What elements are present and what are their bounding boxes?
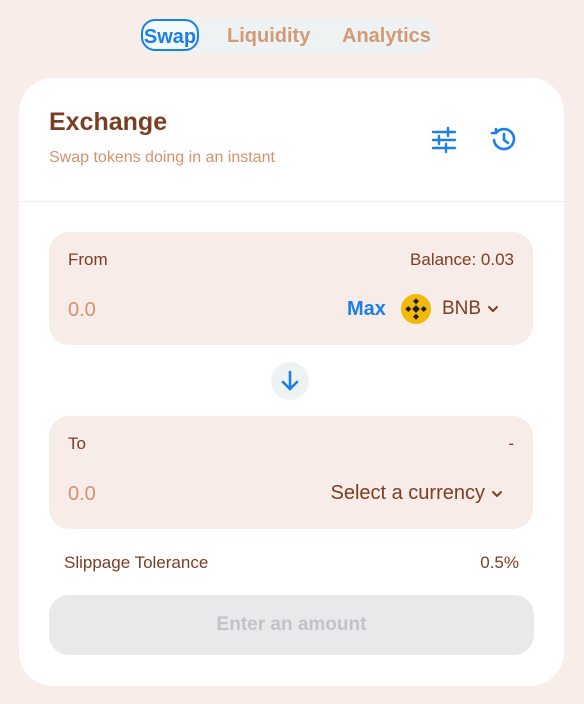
chevron-down-icon: [487, 298, 499, 320]
to-amount-input[interactable]: [68, 480, 208, 508]
max-button[interactable]: Max: [347, 298, 386, 321]
tab-swap[interactable]: Swap: [141, 19, 199, 51]
from-balance: Balance: 0.03: [410, 250, 514, 269]
from-label: From: [68, 250, 108, 269]
settings-sliders-icon[interactable]: [429, 125, 459, 155]
token-select-bnb[interactable]: BNB: [442, 298, 499, 320]
slippage-value: 0.5%: [480, 553, 519, 572]
from-panel: From Balance: 0.03 Max BNB: [49, 232, 533, 345]
slippage-label: Slippage Tolerance: [64, 553, 209, 572]
to-label: To: [68, 434, 86, 453]
to-panel: To - Select a currency: [49, 416, 533, 529]
select-currency-label: Select a currency: [330, 482, 485, 504]
history-icon[interactable]: [489, 125, 519, 155]
tab-analytics[interactable]: Analytics: [342, 18, 431, 54]
chevron-down-icon: [491, 482, 503, 505]
nav-tabs: Swap Liquidity Analytics: [141, 18, 435, 54]
exchange-card: Exchange Swap tokens doing in an instant…: [19, 78, 564, 686]
to-balance: -: [508, 434, 514, 453]
bnb-logo-icon: [401, 294, 431, 324]
arrow-down-icon: [271, 370, 309, 404]
page-title: Exchange: [49, 108, 168, 136]
page-subtitle: Swap tokens doing in an instant: [49, 149, 275, 166]
enter-amount-button[interactable]: Enter an amount: [49, 595, 534, 655]
switch-direction-button[interactable]: [271, 362, 309, 400]
header-divider: [19, 201, 564, 202]
from-amount-input[interactable]: [68, 296, 208, 324]
token-symbol: BNB: [442, 298, 482, 320]
tab-liquidity[interactable]: Liquidity: [227, 18, 310, 54]
select-currency-button[interactable]: Select a currency: [330, 482, 503, 505]
